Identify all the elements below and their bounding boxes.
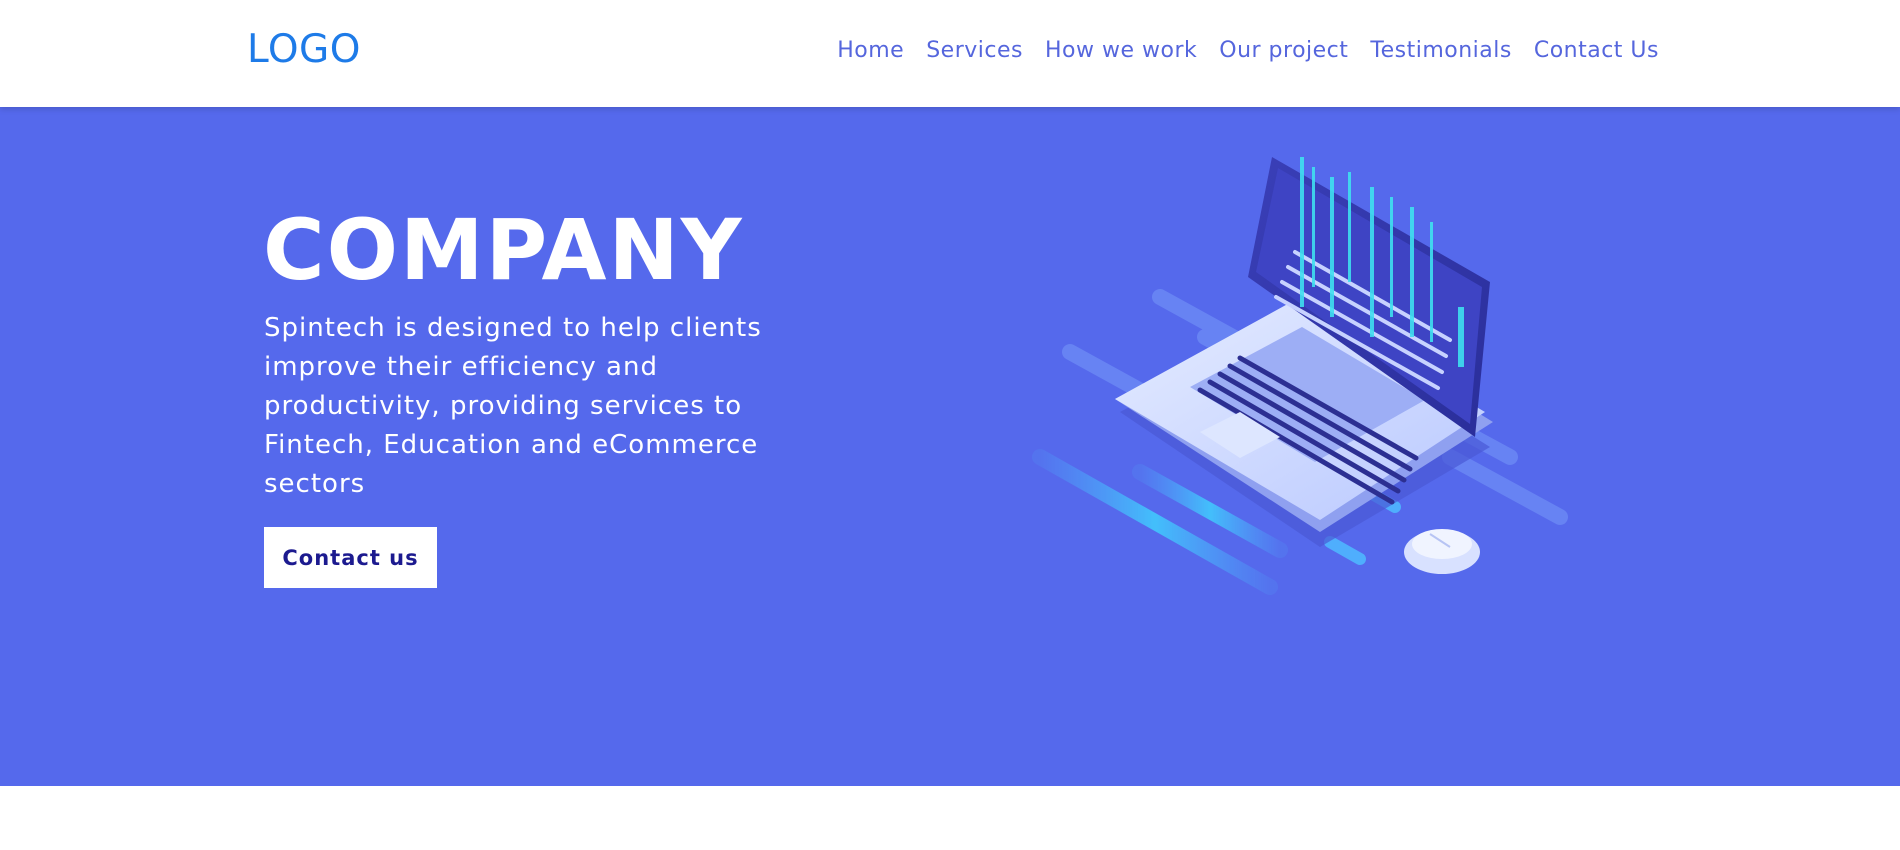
logo[interactable]: LOGO [247,24,361,76]
nav-item-contact-us: Contact Us [1534,34,1659,68]
nav-item-our-project: Our project [1219,34,1348,68]
nav-item-testimonials: Testimonials [1370,34,1511,68]
hero-section: COMPANY Spintech is designed to help cli… [0,107,1900,786]
nav-link-services[interactable]: Services [926,38,1023,63]
nav-item-home: Home [837,34,904,68]
nav-item-services: Services [926,34,1023,68]
navbar: LOGO Home Services How we work Our proje… [0,0,1900,107]
nav-link-testimonials[interactable]: Testimonials [1370,38,1511,63]
nav-item-how-we-work: How we work [1045,34,1197,68]
hero-title: COMPANY [263,201,744,299]
nav-link-contact-us[interactable]: Contact Us [1534,38,1659,63]
nav-link-our-project[interactable]: Our project [1219,38,1348,63]
hero-description: Spintech is designed to help clients imp… [264,313,762,499]
main-nav: Home Services How we work Our project Te… [837,34,1659,68]
laptop-illustration-icon [1032,157,1568,595]
nav-link-home[interactable]: Home [837,38,904,63]
nav-link-how-we-work[interactable]: How we work [1045,38,1197,63]
contact-us-button[interactable]: Contact us [264,527,437,588]
